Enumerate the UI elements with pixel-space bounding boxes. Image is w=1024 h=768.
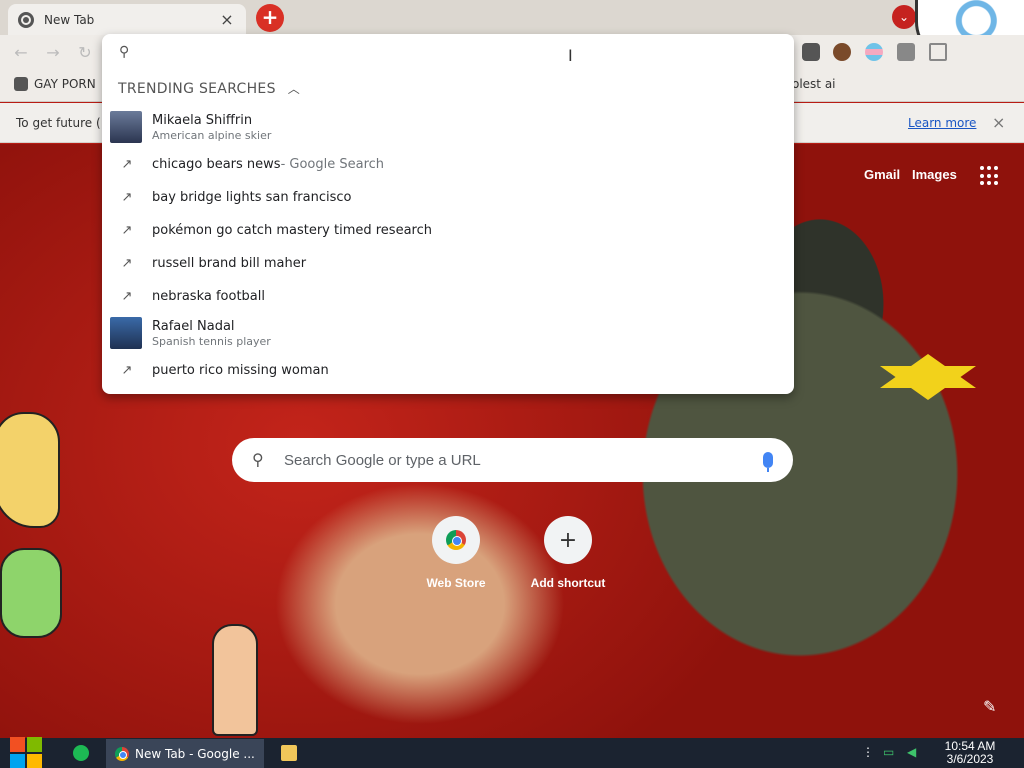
- forward-arrow-icon[interactable]: →: [42, 42, 64, 64]
- bookmark-item[interactable]: GAY PORN: [14, 77, 96, 91]
- shortcut-label: Web Store: [426, 576, 486, 590]
- tab-search-button[interactable]: ⌄: [892, 5, 916, 29]
- suggestion-row[interactable]: Rafael Nadal Spanish tennis player: [102, 316, 794, 350]
- search-placeholder: Search Google or type a URL: [284, 451, 481, 469]
- sidebar-panel-icon[interactable]: [929, 43, 947, 61]
- google-search-box[interactable]: ⚲ Search Google or type a URL: [232, 438, 793, 482]
- trending-searches-heading[interactable]: TRENDING SEARCHES ︿: [118, 80, 300, 97]
- suggestion-text: bay bridge lights san francisco: [152, 189, 352, 205]
- puzzle-extensions-icon[interactable]: [897, 43, 915, 61]
- trending-arrow-icon: ↗: [121, 255, 133, 271]
- suggestion-suffix: - Google Search: [280, 156, 385, 172]
- network-icon[interactable]: ▭: [883, 745, 894, 759]
- close-tab-icon[interactable]: ×: [218, 10, 236, 29]
- shortcut-label: Add shortcut: [530, 576, 606, 590]
- suggestion-row[interactable]: ↗ bay bridge lights san francisco: [102, 186, 794, 208]
- bookmark-label: GAY PORN: [34, 77, 96, 91]
- bookmark-item[interactable]: olest ai: [792, 77, 836, 91]
- search-icon: ⚲: [119, 44, 130, 60]
- suggestion-row[interactable]: Mikaela Shiffrin American alpine skier: [102, 110, 794, 144]
- trending-arrow-icon: ↗: [121, 362, 133, 378]
- google-apps-icon[interactable]: [980, 166, 1000, 186]
- trending-arrow-icon: ↗: [121, 189, 133, 205]
- trending-heading-label: TRENDING SEARCHES: [118, 80, 276, 97]
- taskbar-chrome-window[interactable]: New Tab - Google ...: [106, 739, 264, 768]
- bookmark-favicon-icon: [14, 77, 28, 91]
- trending-arrow-icon: ↗: [121, 222, 133, 238]
- person-thumbnail: [110, 317, 142, 349]
- images-link[interactable]: Images: [912, 167, 957, 182]
- bookmark-label: olest ai: [792, 77, 836, 91]
- plus-icon: +: [544, 516, 592, 564]
- omnibox-dropdown: ⚲ I TRENDING SEARCHES ︿ Mikaela Shiffrin…: [102, 34, 794, 394]
- shortcut-icon-circle: [432, 516, 480, 564]
- suggestion-row[interactable]: ↗ russell brand bill maher: [102, 252, 794, 274]
- windows-start-icon[interactable]: [10, 737, 43, 768]
- more-options-icon[interactable]: ⋮: [862, 745, 874, 759]
- cartoon-character-decoration: [0, 412, 60, 528]
- suggestion-row[interactable]: ↗ nebraska football: [102, 285, 794, 307]
- file-explorer-icon[interactable]: [281, 745, 297, 761]
- spotify-icon[interactable]: [73, 745, 89, 761]
- learn-more-link[interactable]: Learn more: [908, 116, 976, 130]
- clock-date: 3/6/2023: [946, 752, 994, 766]
- chrome-favicon-icon: [18, 11, 34, 28]
- tab-strip: New Tab × + ⌄: [0, 0, 1024, 35]
- text-cursor-icon: I: [568, 46, 573, 65]
- ublock-extension-icon[interactable]: [802, 43, 820, 61]
- shortcut-add[interactable]: + Add shortcut: [518, 516, 618, 590]
- cartoon-character-decoration: [212, 624, 258, 736]
- trending-arrow-icon: ↗: [121, 156, 133, 172]
- suggestion-row[interactable]: ↗ pokémon go catch mastery timed researc…: [102, 219, 794, 241]
- cartoon-character-decoration: [0, 548, 62, 638]
- gmail-link[interactable]: Gmail: [864, 167, 900, 182]
- suggestion-text: chicago bears news: [152, 156, 281, 172]
- chevron-up-icon[interactable]: ︿: [288, 80, 300, 97]
- tab-title: New Tab: [44, 12, 95, 27]
- shortcut-web-store[interactable]: Web Store: [406, 516, 506, 590]
- reload-icon[interactable]: ↻: [74, 42, 96, 64]
- star-decoration: [880, 354, 976, 400]
- avatar-extension-icon[interactable]: [833, 43, 851, 61]
- close-icon[interactable]: ×: [992, 113, 1005, 132]
- volume-icon[interactable]: ◀: [907, 745, 916, 759]
- suggestion-text: Mikaela Shiffrin: [152, 112, 253, 128]
- back-arrow-icon[interactable]: ←: [10, 42, 32, 64]
- taskbar-clock[interactable]: 10:54 AM 3/6/2023: [928, 740, 1012, 766]
- chrome-icon: [115, 746, 129, 761]
- suggestion-text: russell brand bill maher: [152, 255, 307, 271]
- tab-new-tab[interactable]: New Tab ×: [8, 4, 246, 35]
- flag-extension-icon[interactable]: [865, 43, 883, 61]
- suggestion-subtext: American alpine skier: [152, 128, 272, 142]
- suggestion-text: nebraska football: [152, 288, 265, 304]
- suggestion-row[interactable]: ↗ chicago bears news - Google Search: [102, 153, 794, 175]
- chrome-web-store-icon: [446, 530, 466, 550]
- suggestion-row[interactable]: ↗ puerto rico missing woman: [102, 359, 794, 381]
- info-bar-message: To get future (: [16, 116, 101, 130]
- search-icon: ⚲: [252, 450, 264, 469]
- new-tab-button[interactable]: +: [256, 4, 284, 32]
- person-thumbnail: [110, 111, 142, 143]
- microphone-icon[interactable]: [763, 452, 773, 472]
- suggestion-text: pokémon go catch mastery timed research: [152, 222, 432, 238]
- taskbar-window-title: New Tab - Google ...: [135, 746, 255, 761]
- trending-arrow-icon: ↗: [121, 288, 133, 304]
- suggestion-text: puerto rico missing woman: [152, 362, 329, 378]
- suggestion-text: Rafael Nadal: [152, 318, 235, 334]
- suggestion-subtext: Spanish tennis player: [152, 334, 271, 348]
- customize-pencil-icon[interactable]: ✎: [983, 697, 996, 716]
